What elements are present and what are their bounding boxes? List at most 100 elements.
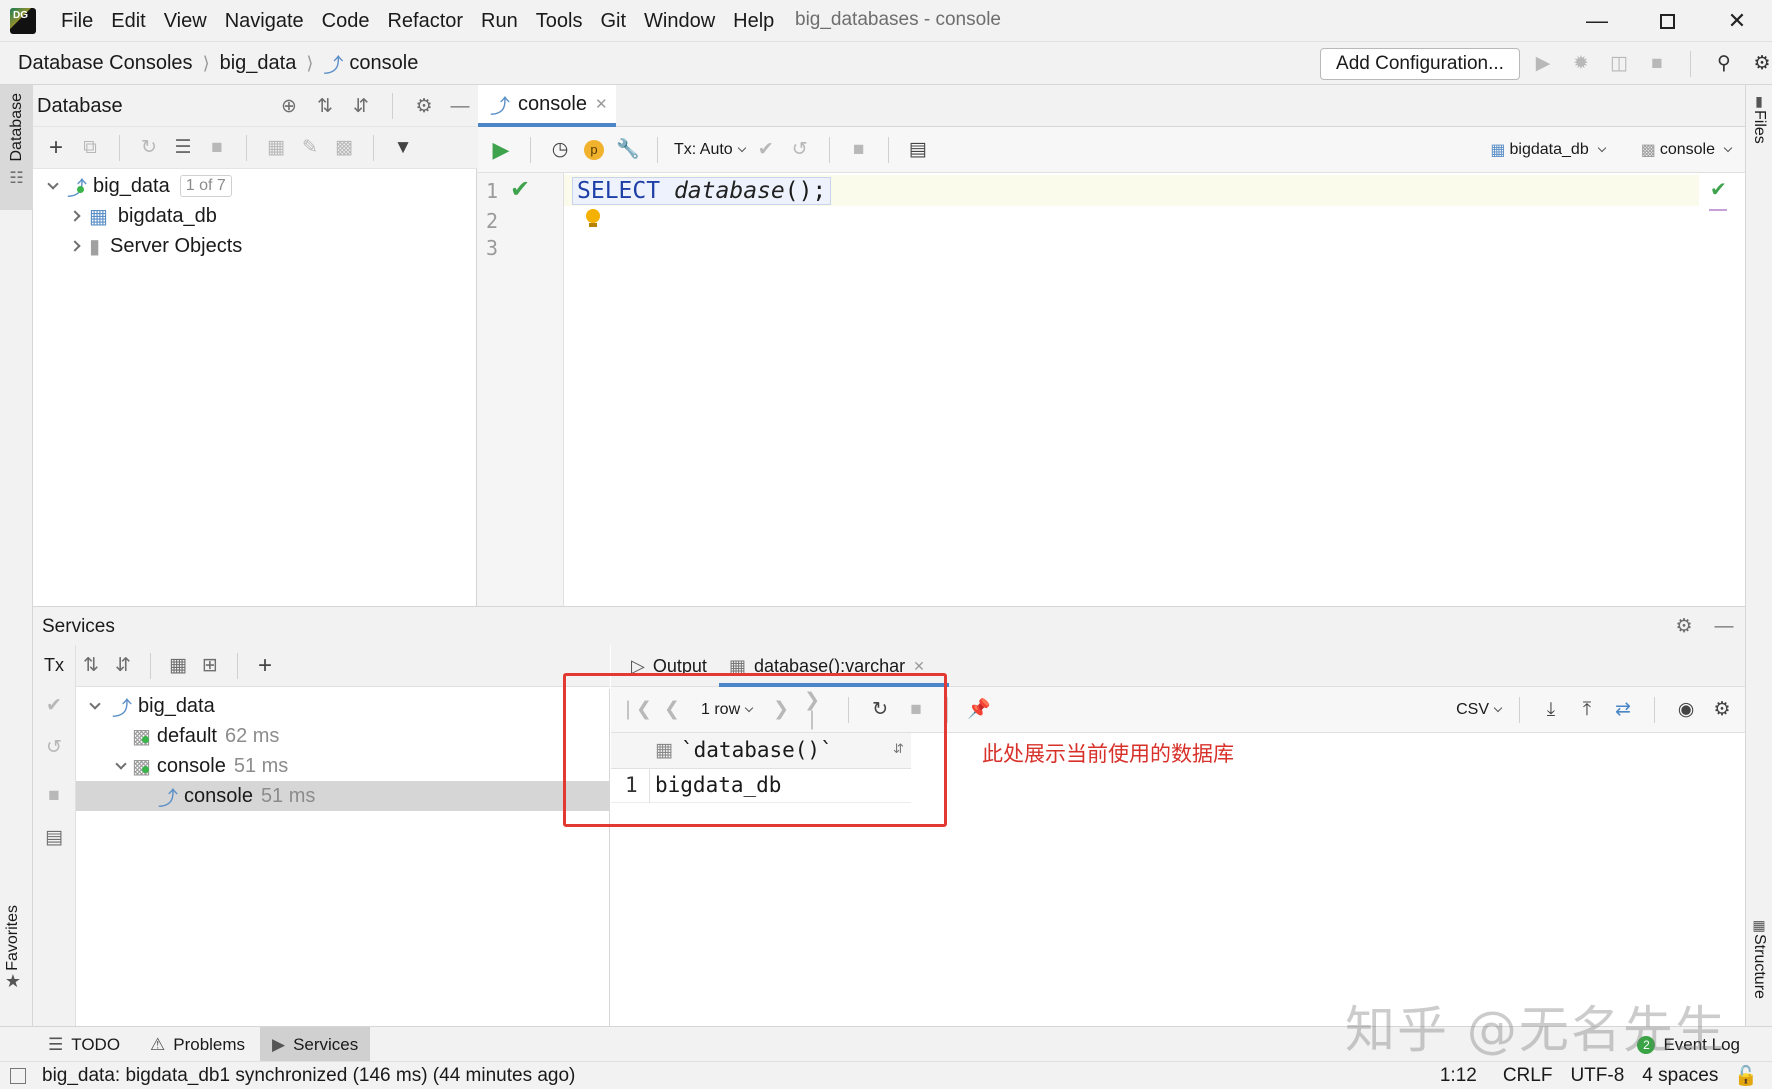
menu-tools[interactable]: Tools	[527, 0, 592, 42]
export-format-dropdown[interactable]: CSV	[1456, 701, 1503, 719]
schema-switcher[interactable]: ▦ bigdata_db	[1490, 140, 1606, 160]
tx-mode-dropdown[interactable]: Tx: Auto	[674, 141, 746, 159]
tree-node-big-data[interactable]: ⤴ big_data 1 of 7	[33, 171, 477, 201]
database-tool-button[interactable]: Database ☷	[0, 85, 33, 210]
group-by-icon[interactable]: ▦	[165, 653, 191, 679]
stop-icon[interactable]: ■	[1644, 51, 1670, 77]
gear-icon[interactable]: ⚙	[1709, 697, 1735, 723]
tab-console[interactable]: ⤴ console ✕	[478, 85, 616, 127]
refresh-icon[interactable]: ↻	[136, 135, 162, 161]
commit-icon[interactable]: ✔	[41, 692, 67, 718]
tab-output[interactable]: ▷ Output	[631, 645, 707, 687]
hide-panel-icon[interactable]: —	[1711, 613, 1737, 639]
compare-icon[interactable]: ⇄	[1610, 697, 1636, 723]
service-node-console-session[interactable]: ▩ console 51 ms	[76, 751, 609, 781]
schema-count-badge[interactable]: 1 of 7	[179, 175, 232, 197]
services-tool-button[interactable]: ▶ Services	[260, 1027, 371, 1062]
gear-icon[interactable]: ⚙	[411, 93, 437, 119]
indent-setting[interactable]: 4 spaces	[1642, 1065, 1718, 1087]
close-tab-icon[interactable]: ✕	[595, 95, 608, 113]
expand-all-icon[interactable]: ⇅	[78, 653, 104, 679]
hide-panel-icon[interactable]: —	[447, 93, 473, 119]
layout-icon[interactable]: ▤	[41, 824, 67, 850]
execute-icon[interactable]: ▶	[488, 137, 514, 163]
first-page-icon[interactable]: ❘❮	[620, 697, 652, 723]
cancel-icon[interactable]: ■	[846, 137, 872, 163]
wrench-icon[interactable]: 🔧	[615, 137, 641, 163]
caret-position[interactable]: 1:12	[1440, 1065, 1477, 1087]
rollback-icon[interactable]: ↺	[787, 137, 813, 163]
lightbulb-icon[interactable]	[586, 209, 600, 227]
table-editor-icon[interactable]: ▦	[263, 135, 289, 161]
chevron-down-icon[interactable]	[110, 758, 132, 770]
menu-git[interactable]: Git	[591, 0, 635, 42]
query-console-icon[interactable]: ▩	[331, 135, 357, 161]
cell-value[interactable]: bigdata_db	[655, 773, 781, 797]
history-icon[interactable]: ◷	[547, 137, 573, 163]
todo-tool-button[interactable]: ☰ TODO	[36, 1027, 132, 1062]
close-tab-icon[interactable]: ✕	[913, 658, 925, 675]
rollback-icon[interactable]: ↺	[41, 734, 67, 760]
service-node-console[interactable]: ⤴ console 51 ms	[76, 781, 609, 811]
previous-page-icon[interactable]: ❮	[659, 697, 685, 723]
chevron-down-icon[interactable]	[84, 698, 106, 710]
tree-node-server-objects[interactable]: ▮ Server Objects	[33, 231, 477, 261]
menu-edit[interactable]: Edit	[102, 0, 154, 42]
service-node-big-data[interactable]: ⤴ big_data	[76, 691, 609, 721]
debug-icon[interactable]: ✹	[1568, 51, 1594, 77]
menu-help[interactable]: Help	[724, 0, 783, 42]
add-configuration-button[interactable]: Add Configuration...	[1320, 48, 1520, 80]
problems-tool-button[interactable]: ⚠ Problems	[138, 1027, 257, 1062]
filter-icon[interactable]: ▼	[390, 135, 416, 161]
menu-file[interactable]: File	[52, 0, 102, 42]
favorites-tool-button[interactable]: Favorites ★	[4, 905, 22, 992]
stop-icon[interactable]: ■	[903, 697, 929, 723]
menu-window[interactable]: Window	[635, 0, 724, 42]
grid-row[interactable]: 1 bigdata_db	[611, 769, 911, 803]
coverage-icon[interactable]: ◫	[1606, 51, 1632, 77]
add-icon[interactable]: +	[43, 135, 69, 161]
breadcrumb-console[interactable]: console	[349, 52, 418, 75]
edit-icon[interactable]: ✎	[297, 135, 323, 161]
download-icon[interactable]: ⤓	[1538, 697, 1564, 723]
column-header[interactable]: `database()`	[681, 738, 833, 762]
settings-gear-icon[interactable]: ⚙	[1749, 51, 1772, 77]
chevron-right-icon[interactable]	[67, 240, 83, 252]
line-separator[interactable]: CRLF	[1503, 1065, 1553, 1087]
reload-icon[interactable]: ↻	[867, 697, 893, 723]
locate-icon[interactable]: ⊕	[276, 93, 302, 119]
menu-navigate[interactable]: Navigate	[216, 0, 313, 42]
menu-run[interactable]: Run	[472, 0, 527, 42]
chevron-right-icon[interactable]	[67, 210, 83, 222]
maximize-button[interactable]	[1632, 0, 1702, 42]
parameters-icon[interactable]: p	[581, 137, 607, 163]
next-page-icon[interactable]: ❯	[768, 697, 794, 723]
service-node-default[interactable]: ▩ default 62 ms	[76, 721, 609, 751]
view-eye-icon[interactable]: ◉	[1673, 697, 1699, 723]
last-page-icon[interactable]: ❯❘	[804, 691, 830, 729]
close-window-button[interactable]: ✕	[1702, 0, 1772, 42]
copy-icon[interactable]: ⧉	[77, 135, 103, 161]
search-icon[interactable]: ⚲	[1711, 51, 1737, 77]
status-message[interactable]: big_data: bigdata_db1 synchronized (146 …	[42, 1065, 575, 1087]
stop-icon[interactable]: ■	[204, 135, 230, 161]
breadcrumb-database-consoles[interactable]: Database Consoles	[18, 52, 193, 75]
minimize-button[interactable]: —	[1562, 0, 1632, 42]
tree-node-bigdata-db[interactable]: ▦ bigdata_db	[33, 201, 477, 231]
add-service-icon[interactable]: +	[252, 653, 278, 679]
rows-dropdown[interactable]: 1 row	[701, 701, 754, 719]
stop-icon[interactable]: ■	[41, 782, 67, 808]
menu-code[interactable]: Code	[313, 0, 379, 42]
tx-mode-button[interactable]: Tx	[44, 655, 64, 676]
file-encoding[interactable]: UTF-8	[1570, 1065, 1624, 1087]
output-layout-icon[interactable]: ▤	[905, 137, 931, 163]
gear-icon[interactable]: ⚙	[1671, 613, 1697, 639]
expand-all-icon[interactable]: ⇅	[312, 93, 338, 119]
menu-view[interactable]: View	[155, 0, 216, 42]
code-editor[interactable]: SELECT database(); ✔	[564, 173, 1745, 656]
breadcrumb-big-data[interactable]: big_data	[220, 52, 297, 75]
collapse-all-icon[interactable]: ⇵	[348, 93, 374, 119]
structure-tool-button[interactable]: ▦ Structure	[1750, 917, 1768, 999]
run-icon[interactable]: ▶	[1530, 51, 1556, 77]
collapse-all-icon[interactable]: ⇵	[110, 653, 136, 679]
